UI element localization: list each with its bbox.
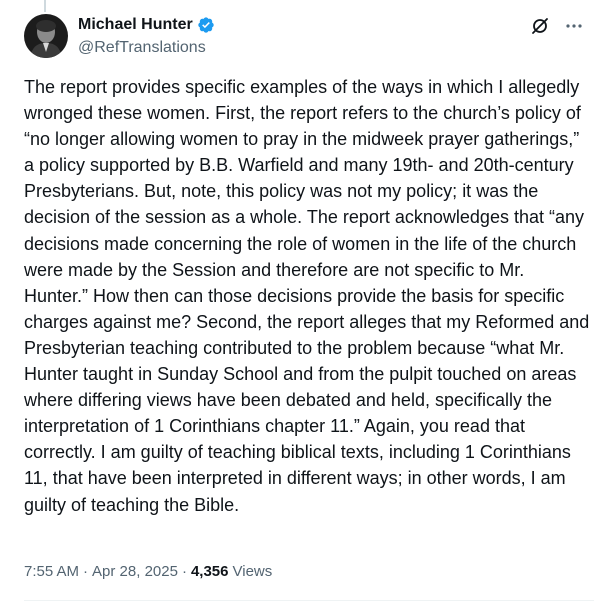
author-name-row: Michael Hunter — [78, 16, 215, 34]
author-display-name[interactable]: Michael Hunter — [78, 16, 193, 34]
grok-icon[interactable] — [528, 14, 552, 38]
verified-badge-icon[interactable] — [197, 16, 215, 34]
avatar[interactable] — [24, 14, 68, 58]
views-count[interactable]: 4,356 — [191, 563, 229, 580]
post-meta: 7:55 AM · Apr 28, 2025 · 4,356 Views — [24, 563, 272, 580]
divider — [24, 600, 594, 601]
more-icon[interactable] — [562, 14, 586, 38]
meta-separator-2: · — [181, 563, 187, 580]
post: Michael Hunter @RefTranslations The repo… — [0, 0, 608, 604]
top-actions — [528, 14, 586, 38]
post-text: The report provides specific examples of… — [24, 77, 590, 515]
meta-separator: · — [83, 563, 89, 580]
post-date[interactable]: Apr 28, 2025 — [92, 563, 178, 580]
avatar-photo-icon — [24, 14, 68, 58]
author-handle[interactable]: @RefTranslations — [78, 39, 206, 57]
thread-line — [44, 0, 46, 12]
views-label: Views — [232, 563, 273, 580]
post-time[interactable]: 7:55 AM — [24, 563, 79, 580]
